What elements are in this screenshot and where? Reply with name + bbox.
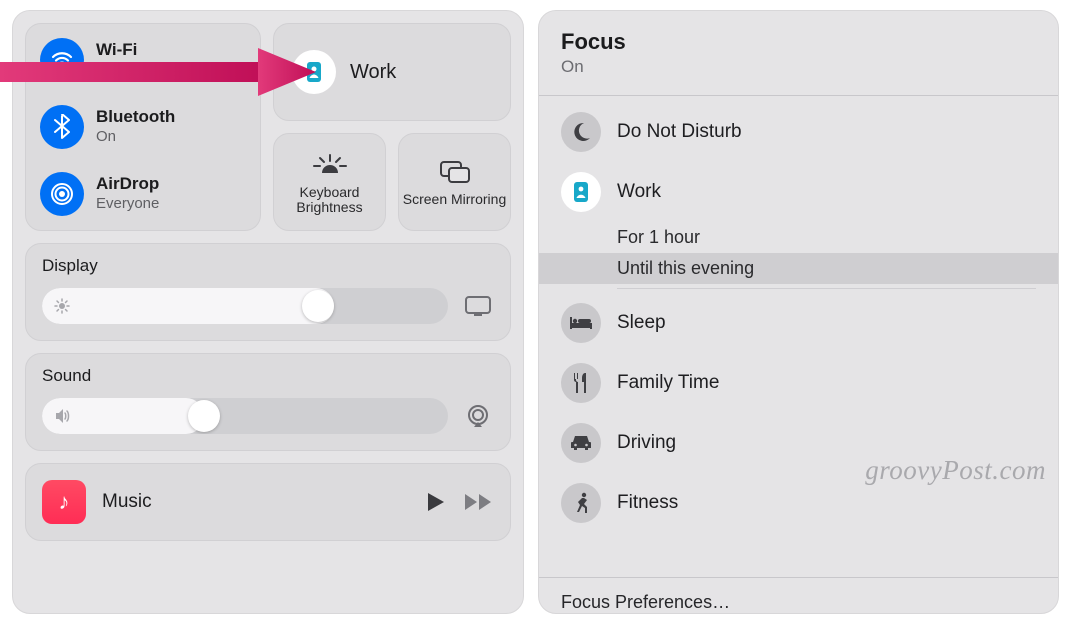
bluetooth-toggle[interactable]: Bluetooth On: [40, 105, 246, 149]
bluetooth-title: Bluetooth: [96, 108, 175, 127]
focus-mode-label: Sleep: [617, 312, 666, 334]
keyboard-brightness-label: Keyboard Brightness: [274, 185, 385, 216]
airdrop-title: AirDrop: [96, 175, 159, 194]
connectivity-card: Wi-Fi lion-luma Bluetooth On: [25, 23, 261, 231]
display-label: Display: [42, 256, 494, 276]
control-center-panel: Wi-Fi lion-luma Bluetooth On: [12, 10, 524, 614]
display-card: Display: [25, 243, 511, 341]
wifi-title: Wi-Fi: [96, 41, 157, 60]
sound-card: Sound: [25, 353, 511, 451]
music-app-icon: ♪: [42, 480, 86, 524]
sound-slider[interactable]: [42, 398, 448, 434]
runner-icon: [561, 483, 601, 523]
focus-mode-label: Fitness: [617, 492, 678, 514]
focus-mode-sleep[interactable]: Sleep: [539, 293, 1058, 353]
focus-mode-label: Do Not Disturb: [617, 121, 742, 143]
music-label: Music: [102, 491, 410, 513]
sun-icon: [54, 298, 70, 314]
airdrop-toggle[interactable]: AirDrop Everyone: [40, 172, 246, 216]
focus-mode-work[interactable]: Work: [539, 162, 1058, 222]
focus-mode-label: Driving: [617, 432, 676, 454]
speaker-icon: [54, 408, 72, 424]
wifi-icon: [40, 38, 84, 82]
airdrop-icon: [40, 172, 84, 216]
play-button[interactable]: [426, 491, 446, 513]
focus-state: On: [561, 57, 1036, 77]
focus-panel: Focus On Do Not Disturb Work For 1 hour …: [538, 10, 1059, 614]
keyboard-brightness-button[interactable]: Keyboard Brightness: [273, 133, 386, 231]
screen-mirroring-icon: [438, 156, 472, 188]
badge-icon: [561, 172, 601, 212]
next-track-button[interactable]: [464, 492, 494, 512]
focus-title: Focus: [561, 29, 1036, 55]
focus-tile[interactable]: Work: [273, 23, 511, 121]
focus-duration-option[interactable]: Until this evening: [539, 253, 1058, 284]
badge-icon: [292, 50, 336, 94]
focus-mode-family[interactable]: Family Time: [539, 353, 1058, 413]
bluetooth-status: On: [96, 129, 175, 146]
display-slider[interactable]: [42, 288, 448, 324]
bed-icon: [561, 303, 601, 343]
wifi-network: lion-luma: [96, 62, 157, 79]
wifi-toggle[interactable]: Wi-Fi lion-luma: [40, 38, 246, 82]
screen-mirroring-button[interactable]: Screen Mirroring: [398, 133, 511, 231]
sound-label: Sound: [42, 366, 494, 386]
focus-preferences-link[interactable]: Focus Preferences…: [539, 577, 1058, 613]
focus-mode-label: Family Time: [617, 372, 719, 394]
airplay-audio-icon[interactable]: [462, 401, 494, 431]
screen-mirroring-label: Screen Mirroring: [403, 192, 506, 207]
music-card: ♪ Music: [25, 463, 511, 541]
airdrop-status: Everyone: [96, 196, 159, 213]
focus-duration-option[interactable]: For 1 hour: [539, 222, 1058, 253]
focus-mode-label: Work: [617, 181, 661, 203]
display-expand-icon[interactable]: [462, 291, 494, 321]
focus-tile-label: Work: [350, 61, 396, 84]
bluetooth-icon: [40, 105, 84, 149]
moon-icon: [561, 112, 601, 152]
utensils-icon: [561, 363, 601, 403]
keyboard-brightness-icon: [312, 149, 348, 181]
watermark: groovyPost.com: [865, 455, 1046, 486]
focus-mode-dnd[interactable]: Do Not Disturb: [539, 102, 1058, 162]
car-icon: [561, 423, 601, 463]
